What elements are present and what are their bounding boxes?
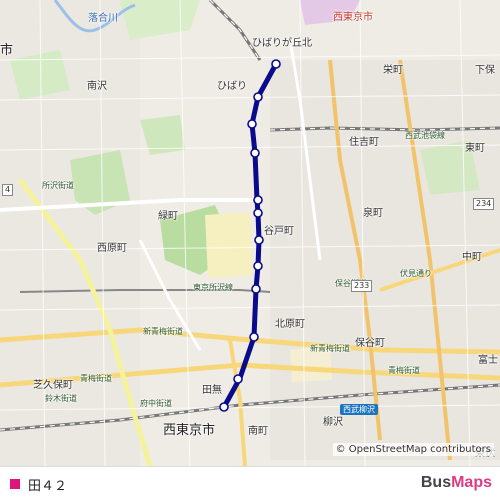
bus-stop[interactable]	[253, 261, 263, 271]
label-suzuki-kaido: 鈴木街道	[45, 394, 77, 403]
label-nakamachi: 中町	[462, 252, 482, 263]
bus-stop[interactable]	[250, 148, 260, 158]
label-shinome-kaido-2: 新青梅街道	[310, 344, 350, 353]
bus-stop[interactable]	[251, 284, 261, 294]
label-shimohoya: 下保	[475, 65, 495, 76]
label-hoyacho: 保谷町	[355, 338, 385, 349]
label-tokorozawa-kaido: 所沢街道	[42, 181, 74, 190]
map-view[interactable]: ひばりが丘北 ひばり 西東京市 栄町 下保 南沢 住吉町 東町 泉町 谷戸町 中…	[0, 0, 500, 466]
bus-stop[interactable]	[253, 92, 263, 102]
route-shield-234: 234	[473, 198, 495, 210]
label-ome-kaido-2: 青梅街道	[388, 366, 420, 375]
bus-stop[interactable]	[253, 195, 263, 205]
label-higashicho: 東町	[465, 143, 485, 154]
route-name-label: 田４２	[28, 479, 68, 494]
label-seibu-ikebukuro: 西武池袋線	[405, 131, 445, 140]
label-tanashi: 田無	[202, 385, 222, 396]
bus-stop[interactable]	[249, 332, 259, 342]
label-fushimi-dori: 伏見通り	[400, 269, 432, 278]
label-shi-left: 市	[0, 43, 14, 58]
route-shield-233: 233	[351, 280, 373, 292]
label-yatocho: 谷戸町	[264, 226, 294, 237]
label-ome-kaido: 青梅街道	[80, 374, 112, 383]
bus-stop[interactable]	[271, 59, 281, 69]
brand-part-bus: Bus	[420, 474, 452, 491]
label-fuchu-kaido: 府中街道	[140, 399, 172, 408]
label-sakaecho: 栄町	[383, 65, 403, 76]
label-izumicho: 泉町	[363, 208, 383, 219]
label-hibarigaoka: ひばり	[217, 81, 247, 92]
label-shinome-kaido: 新青梅街道	[143, 327, 183, 336]
bus-stop[interactable]	[253, 208, 263, 218]
busmaps-logo[interactable]: BusMaps	[421, 474, 492, 492]
map-attribution[interactable]: © OpenStreetMap contributors	[332, 443, 494, 456]
label-tokyo-tokorozawa: 東京所沢線	[193, 283, 233, 292]
route-color-swatch	[10, 479, 20, 489]
route-shield-4: 4	[2, 184, 14, 196]
bus-stop[interactable]	[254, 235, 264, 245]
label-minamisawa: 南沢	[87, 81, 107, 92]
label-sumiyoshicho: 住吉町	[349, 137, 379, 148]
label-hibarigaoka-kita: ひばりが丘北	[252, 38, 312, 49]
label-minamicho: 南町	[248, 426, 268, 437]
label-yagisawa: 柳沢	[323, 417, 343, 428]
label-fuji: 富士	[478, 355, 498, 366]
label-shibakubocho: 芝久保町	[33, 380, 73, 391]
bus-stop[interactable]	[219, 402, 229, 412]
station-seibu-yagisawa[interactable]: 西武柳沢	[340, 404, 378, 415]
label-midoricho: 緑町	[158, 211, 178, 222]
bus-stop[interactable]	[247, 119, 257, 129]
label-kitaharacho: 北原町	[275, 319, 305, 330]
label-ochiaigawa: 落合川	[88, 13, 118, 24]
bus-stop[interactable]	[233, 374, 243, 384]
label-nishitokyo-city: 西東京市	[163, 423, 216, 438]
label-nishitokyo-top: 西東京市	[333, 12, 373, 23]
brand-part-maps: Maps	[451, 474, 492, 491]
legend-bar: 田４２ BusMaps	[0, 466, 500, 501]
label-nishiharacho: 西原町	[97, 243, 127, 254]
